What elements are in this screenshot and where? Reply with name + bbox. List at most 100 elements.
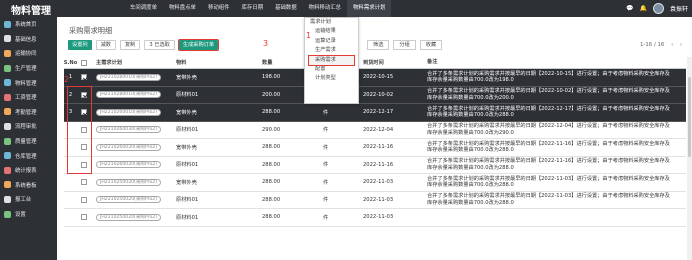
select-all-checkbox[interactable] xyxy=(79,57,93,68)
table-row[interactable]: JH2210260020(采购Pro2) 宽带外壳 288.00 件 2022-11-1… xyxy=(64,139,686,157)
checkbox[interactable] xyxy=(81,196,87,203)
nav-item[interactable]: 移动组件 xyxy=(202,0,236,17)
avatar[interactable] xyxy=(652,3,664,14)
plan-tag[interactable]: JH2210260020(采购Pro2) xyxy=(96,143,162,151)
menu-item[interactable]: 运输结果 xyxy=(305,27,358,36)
checkbox[interactable] xyxy=(81,74,87,81)
plan-tag[interactable]: JH2210280010(采购Pro2) xyxy=(96,91,162,99)
sidebar-item-attendance[interactable]: 考勤管理 xyxy=(0,105,57,120)
sidebar-item-basic[interactable]: 基础信息 xyxy=(0,32,57,47)
table-row[interactable]: 1JH2210280010(采购Pro2)宽带外壳198.00件2022-10-… xyxy=(64,69,686,87)
checkbox[interactable] xyxy=(81,179,87,186)
plan-tag[interactable]: JH2210250020(采购Pro2) xyxy=(96,178,162,186)
filter-button[interactable]: 筛选 xyxy=(367,40,390,50)
menu-items: 运输结果 运算记录 生产需求 采购需求 配置 计划类型 xyxy=(305,27,358,83)
table-row[interactable]: JH2210250020(采购Pro2) 原材料01 288.00 件 2022-11-… xyxy=(64,192,686,209)
menu-item[interactable]: 生产需求 xyxy=(305,46,358,55)
report-icon xyxy=(4,195,11,203)
unit-cell: 件 xyxy=(323,214,329,221)
sidebar-item-board[interactable]: 系统看板 xyxy=(0,178,57,193)
col-note[interactable]: 备注 xyxy=(425,57,670,68)
material-cell: 原材料01 xyxy=(176,127,199,134)
favorite-button[interactable]: 收藏 xyxy=(419,40,443,50)
table-row[interactable]: JH2210260030(采购Pro2) 原材料01 290.00 件 2022-12-… xyxy=(64,122,686,139)
plan-cell[interactable]: JH2210260020(采购Pro2) xyxy=(94,139,174,156)
nav-item[interactable]: 基础数据 xyxy=(269,0,303,17)
plan-cell[interactable]: JH2210280010(采购Pro2) xyxy=(94,87,174,104)
checkbox[interactable] xyxy=(81,214,87,221)
menu-item[interactable]: 计划类型 xyxy=(305,74,358,83)
table-row[interactable]: 3 JH2210260010(采购Pro2) 宽带外壳 288.00 件 2022-12-… xyxy=(64,104,686,122)
unit-cell: 件 xyxy=(323,197,329,204)
copy-button[interactable]: 复制 xyxy=(119,40,141,50)
col-no: S.No xyxy=(64,59,77,66)
user-name[interactable]: 袁振轩 xyxy=(670,4,688,13)
sidebar-item-transport[interactable]: 运输协同 xyxy=(0,46,57,61)
plan-tag[interactable]: JH2210280010(采购Pro2) xyxy=(96,73,162,81)
nav-item[interactable]: 物料盘点单 xyxy=(163,0,202,17)
plan-cell[interactable]: JH2210260020(采购Pro2) xyxy=(94,157,174,174)
sidebar-item-report-station[interactable]: 报工台 xyxy=(0,192,57,207)
material-cell: 原材料01 xyxy=(176,92,199,99)
reduce-button[interactable]: 减数 xyxy=(95,40,116,50)
set-columns-button[interactable]: 设置列 xyxy=(68,40,92,50)
menu-item[interactable]: 运算记录 xyxy=(305,37,358,46)
table-header: S.No 主需求计划 物料 数量 位 到货时间 备注 xyxy=(64,57,686,69)
table-row[interactable]: JH2210250020(采购Pro2) 原材料01 288.00 件 2022-11-… xyxy=(64,209,686,227)
table-row[interactable]: 2JH2210280010(采购Pro2)原材料01200.00件2022-10… xyxy=(64,86,686,104)
qty-cell: 288.00 xyxy=(262,161,281,168)
table-row[interactable]: JH2210250020(采购Pro2) 宽带外壳 288.00 件 2022-11-0… xyxy=(64,174,686,192)
row-checkbox[interactable] xyxy=(79,209,93,226)
plan-cell[interactable]: JH2210260010(采购Pro2) xyxy=(94,104,174,121)
nav-item[interactable]: 物料移动汇总 xyxy=(303,0,347,17)
sidebar-item-wage[interactable]: 工资管理 xyxy=(0,90,57,105)
sidebar-item-warehouse[interactable]: 仓库管理 xyxy=(0,148,57,163)
table-row[interactable]: JH2210260020(采购Pro2) 原材料01 288.00 件 2022-11-… xyxy=(64,157,686,174)
plan-cell[interactable]: JH2210250020(采购Pro2) xyxy=(94,192,174,209)
plan-tag[interactable]: JH2210260030(采购Pro2) xyxy=(96,126,162,134)
menu-item[interactable]: 采购需求 xyxy=(308,54,355,66)
qty-cell: 290.00 xyxy=(262,126,281,133)
sidebar-item-production[interactable]: 生产管理 xyxy=(0,61,57,76)
plan-tag[interactable]: JH2210260010(采购Pro2) xyxy=(96,108,162,116)
plan-tag[interactable]: JH2210250020(采购Pro2) xyxy=(96,196,162,204)
sidebar-item-material[interactable]: 物料管理 xyxy=(0,75,57,90)
plan-cell[interactable]: JH2210260030(采购Pro2) xyxy=(94,122,174,139)
date-cell: 2022-11-16 xyxy=(363,144,394,151)
row-checkbox[interactable] xyxy=(79,174,93,191)
plan-cell[interactable]: JH2210280010(采购Pro2) xyxy=(94,69,174,86)
plan-cell[interactable]: JH2210250020(采购Pro2) xyxy=(94,209,174,226)
action-toolbar: 设置列 减数 复制 3 已选取 生成采购订单 xyxy=(68,39,220,51)
sidebar-item-approval[interactable]: 流程审批 xyxy=(0,119,57,134)
sidebar-item-home[interactable]: 系统首页 xyxy=(0,17,57,32)
row-checkbox[interactable] xyxy=(79,69,93,86)
sidebar-item-quality[interactable]: 质量管理 xyxy=(0,134,57,149)
menu-item[interactable]: 配置 xyxy=(305,65,358,74)
page-title: 采购需求明细 xyxy=(69,26,113,35)
next-page-button[interactable]: › xyxy=(680,42,682,48)
prev-page-button[interactable]: ‹ xyxy=(671,42,673,48)
nav-item[interactable]: 车间调度单 xyxy=(124,0,163,17)
sidebar-item-reports[interactable]: 统计报表 xyxy=(0,163,57,178)
plan-tag[interactable]: JH2210260020(采购Pro2) xyxy=(96,161,162,169)
nav-item-active[interactable]: 物料需求计划 xyxy=(347,0,392,17)
row-checkbox[interactable] xyxy=(79,192,93,209)
col-date[interactable]: 到货时间 xyxy=(361,57,431,68)
sidebar-item-settings[interactable]: 设置 xyxy=(0,207,57,222)
chat-icon[interactable]: 💬 xyxy=(626,5,633,12)
plan-tag[interactable]: JH2210250020(采购Pro2) xyxy=(96,213,162,221)
unit-cell: 件 xyxy=(323,162,329,169)
bell-icon[interactable]: 🔔 xyxy=(640,5,647,12)
generate-purchase-order-button[interactable]: 生成采购订单 xyxy=(177,39,220,51)
home-icon xyxy=(4,20,11,28)
plan-cell[interactable]: JH2210250020(采购Pro2) xyxy=(94,174,174,191)
selected-count: 3 已选取 xyxy=(144,40,175,50)
vertical-scrollbar[interactable] xyxy=(687,57,692,260)
annotation-box-selection xyxy=(67,86,92,174)
nav-item[interactable]: 库存日期 xyxy=(236,0,270,17)
col-plan[interactable]: 主需求计划 xyxy=(94,57,174,68)
col-material[interactable]: 物料 xyxy=(174,57,259,68)
material-cell: 原材料01 xyxy=(176,162,199,169)
group-button[interactable]: 分组 xyxy=(393,40,416,50)
unit-cell: 件 xyxy=(323,109,329,116)
